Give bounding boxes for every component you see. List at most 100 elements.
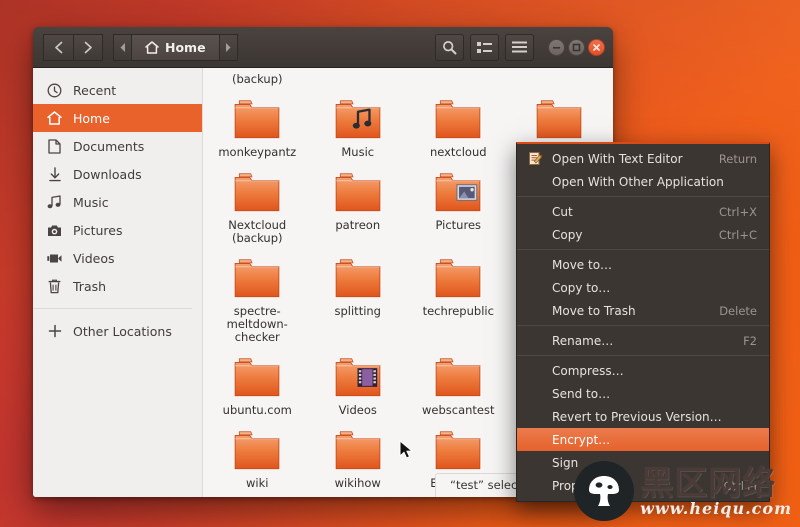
- home-icon: [145, 41, 159, 54]
- context-menu: Open With Text Editor Return Open With Oth…: [516, 142, 770, 502]
- folder-icon: [232, 429, 282, 473]
- menu-item-open-with-other-application[interactable]: Open With Other Application: [517, 170, 769, 193]
- file-item[interactable]: spectre-meltdown-checker: [207, 251, 308, 344]
- sidebar-item-home[interactable]: Home: [33, 104, 202, 132]
- file-item[interactable]: nextcloud: [408, 92, 509, 159]
- sidebar-item-recent[interactable]: Recent: [33, 76, 202, 104]
- file-item[interactable]: monkeypantz: [207, 92, 308, 159]
- sidebar-item-trash[interactable]: Trash: [33, 272, 202, 300]
- menu-item-label: Rename…: [552, 334, 735, 348]
- folder-icon: [333, 356, 383, 400]
- navigation-buttons: [43, 34, 103, 61]
- file-label: nextcloud: [416, 146, 500, 159]
- file-item[interactable]: Music: [308, 92, 409, 159]
- document-icon: [47, 139, 62, 154]
- menu-item-send-to[interactable]: Send to…: [517, 382, 769, 405]
- menu-item-shortcut: Return: [719, 152, 757, 166]
- camera-icon: [47, 223, 62, 238]
- breadcrumb-home-label: Home: [165, 40, 206, 55]
- view-options-button[interactable]: [470, 34, 499, 61]
- menu-item-move-to-trash[interactable]: Move to TrashDelete: [517, 299, 769, 322]
- sidebar-item-music[interactable]: Music: [33, 188, 202, 216]
- menu-item-revert-to-previous-version[interactable]: Revert to Previous Version…: [517, 405, 769, 428]
- folder-icon: [534, 98, 584, 142]
- grid-spacer: [509, 68, 610, 86]
- menu-item-compress[interactable]: Compress…: [517, 359, 769, 382]
- folder-icon: [433, 171, 483, 215]
- menu-item-rename[interactable]: Rename… F2: [517, 329, 769, 352]
- video-camera-icon: [47, 251, 62, 266]
- sidebar-label: Downloads: [73, 167, 142, 182]
- folder-icon: [232, 356, 282, 400]
- menu-item-label: Open With Text Editor: [552, 152, 711, 166]
- file-label: splitting: [316, 305, 400, 318]
- file-item[interactable]: Pictures: [408, 165, 509, 245]
- file-label: wikihow: [316, 477, 400, 490]
- file-label: Music: [316, 146, 400, 159]
- menu-item-label: Encrypt…: [552, 433, 749, 447]
- path-scroll-right-button[interactable]: [220, 34, 238, 61]
- file-item[interactable]: wikihow: [308, 423, 409, 490]
- menu-item-shortcut: F2: [743, 334, 757, 348]
- file-item[interactable]: wiki: [207, 423, 308, 490]
- menu-item-copy-to[interactable]: Copy to…: [517, 276, 769, 299]
- file-item[interactable]: webscantest: [408, 350, 509, 417]
- sidebar-item-videos[interactable]: Videos: [33, 244, 202, 272]
- sidebar-item-pictures[interactable]: Pictures: [33, 216, 202, 244]
- sidebar-label: Other Locations: [73, 324, 172, 339]
- folder-icon: [333, 429, 383, 473]
- file-item[interactable]: Nextcloud (backup): [207, 165, 308, 245]
- file-label: Pictures: [416, 219, 500, 232]
- home-icon: [47, 111, 62, 126]
- folder-icon: [433, 98, 483, 142]
- folder-icon: [232, 257, 282, 301]
- file-item[interactable]: ubuntu.com: [207, 350, 308, 417]
- file-item[interactable]: techrepublic: [408, 251, 509, 344]
- folder-icon: [232, 171, 282, 215]
- breadcrumb-item-home[interactable]: Home: [131, 34, 220, 61]
- search-icon: [442, 40, 457, 55]
- menu-item-shortcut: Ctrl+X: [719, 205, 757, 219]
- forward-button[interactable]: [73, 34, 103, 61]
- menu-item-encrypt[interactable]: Encrypt…: [517, 428, 769, 451]
- folder-icon: [333, 257, 383, 301]
- file-item[interactable]: Videos: [308, 350, 409, 417]
- main-menu-button[interactable]: [505, 34, 534, 61]
- menu-item-copy[interactable]: CopyCtrl+C: [517, 223, 769, 246]
- file-label: Nextcloud (backup): [215, 219, 299, 245]
- sidebar-item-downloads[interactable]: Downloads: [33, 160, 202, 188]
- header-right-group: [435, 34, 607, 61]
- menu-item-label: Move to…: [552, 258, 749, 272]
- search-button[interactable]: [435, 34, 464, 61]
- watermark-text: 黑区网络 www.heiqu.com: [640, 466, 792, 517]
- plus-icon: [47, 324, 62, 339]
- sidebar-item-documents[interactable]: Documents: [33, 132, 202, 160]
- file-label: (backup): [215, 73, 299, 86]
- folder-icon: [333, 98, 383, 142]
- sidebar-item-other-locations[interactable]: Other Locations: [33, 317, 202, 345]
- back-button[interactable]: [43, 34, 73, 61]
- menu-item-label: Compress…: [552, 364, 749, 378]
- watermark-url: www.heiqu.com: [640, 501, 792, 517]
- menu-item-cut[interactable]: CutCtrl+X: [517, 200, 769, 223]
- file-label: spectre-meltdown-checker: [215, 305, 299, 344]
- list-view-icon: [477, 41, 492, 54]
- path-scroll-left-button[interactable]: [113, 34, 131, 61]
- menu-item-move-to[interactable]: Move to…: [517, 253, 769, 276]
- folder-icon: [433, 429, 483, 473]
- caret-left-icon: [120, 43, 126, 52]
- watermark: 黑区网络 www.heiqu.com: [574, 461, 792, 521]
- menu-item-open-with-text-editor[interactable]: Open With Text Editor Return: [517, 147, 769, 170]
- close-button[interactable]: [588, 39, 605, 56]
- file-item[interactable]: patreon: [308, 165, 409, 245]
- minimize-button[interactable]: [548, 39, 565, 56]
- maximize-button[interactable]: [568, 39, 585, 56]
- file-label: webscantest: [416, 404, 500, 417]
- folder-icon: [333, 171, 383, 215]
- chevron-left-icon: [54, 41, 63, 54]
- music-note-icon: [47, 195, 62, 210]
- file-item[interactable]: splitting: [308, 251, 409, 344]
- clock-icon: [47, 83, 62, 98]
- sidebar-label: Music: [73, 195, 109, 210]
- folder-icon: [433, 257, 483, 301]
